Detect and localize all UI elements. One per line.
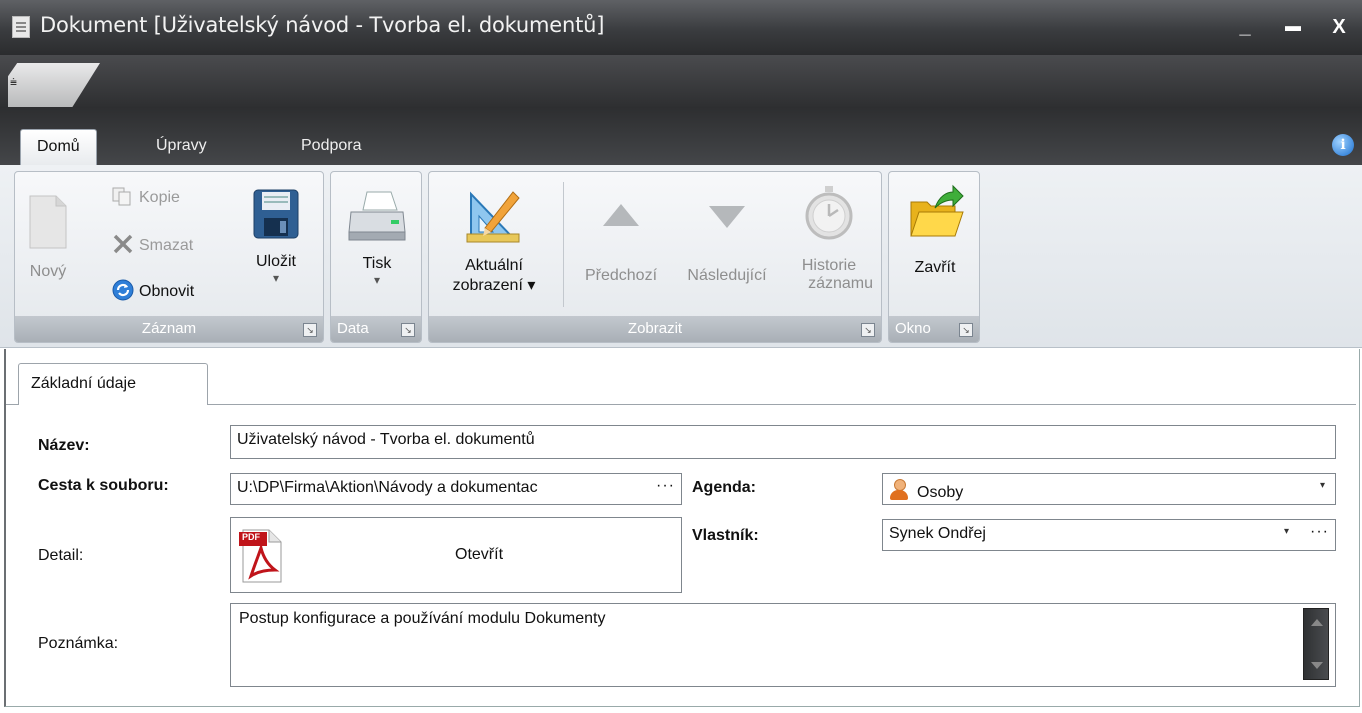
nazev-input[interactable]: Uživatelský návod - Tvorba el. dokumentů: [230, 425, 1336, 459]
copy-icon: [112, 187, 131, 206]
history-label-1: Historie: [801, 257, 857, 274]
delete-label: Smazat: [139, 237, 194, 254]
triangle-up-icon: [603, 204, 639, 226]
next-button[interactable]: Následující: [675, 192, 779, 285]
poznamka-textarea[interactable]: Postup konfigurace a používání modulu Do…: [230, 603, 1336, 687]
save-label: Uložit: [255, 253, 296, 270]
vlastnik-label: Vlastník:: [692, 527, 759, 544]
zobrazit-launcher-icon[interactable]: ↘: [861, 323, 875, 337]
delete-button[interactable]: Smazat: [111, 232, 193, 256]
agenda-dropdown-arrow[interactable]: ▾: [1320, 480, 1325, 491]
nazev-label: Název:: [38, 437, 90, 454]
data-launcher-icon[interactable]: ↘: [401, 323, 415, 337]
tab-podpora[interactable]: Podpora: [285, 129, 378, 165]
printer-icon: [348, 191, 406, 241]
group-data: Tisk ▾ Data ↘: [330, 171, 422, 343]
poznamka-label: Poznámka:: [38, 635, 119, 652]
cesta-input[interactable]: U:\DP\Firma\Aktion\Návody a dokumentac ·…: [230, 473, 682, 505]
save-dropdown-arrow[interactable]: ▾: [241, 271, 311, 285]
current-view-label-1: Aktuální: [465, 257, 523, 274]
refresh-button[interactable]: Obnovit: [111, 278, 194, 302]
info-icon[interactable]: i: [1332, 134, 1354, 156]
current-view-label-2: zobrazení ▾: [452, 277, 536, 294]
zaznam-launcher-icon[interactable]: ↘: [303, 323, 317, 337]
print-dropdown-arrow[interactable]: ▾: [339, 273, 415, 287]
poznamka-value: Postup konfigurace a používání modulu Do…: [239, 610, 606, 627]
current-view-button[interactable]: Aktuální zobrazení ▾: [433, 184, 555, 295]
copy-button[interactable]: Kopie: [111, 186, 180, 207]
previous-button[interactable]: Předchozí: [567, 192, 675, 285]
print-button[interactable]: Tisk ▾: [339, 188, 415, 287]
agenda-value: Osoby: [917, 484, 964, 501]
scroll-up-icon[interactable]: [1311, 619, 1323, 626]
close-button[interactable]: X: [1322, 10, 1356, 44]
poznamka-scrollbar[interactable]: [1303, 608, 1329, 680]
triangle-down-icon: [709, 206, 745, 228]
refresh-icon: [112, 279, 134, 301]
next-label: Následující: [687, 267, 767, 284]
vlastnik-dropdown-arrow[interactable]: ▾: [1284, 526, 1289, 537]
ruler-pencil-icon: [466, 191, 520, 243]
history-label-2: záznamu: [808, 275, 873, 292]
agenda-label: Agenda:: [692, 479, 756, 496]
vlastnik-value: Synek Ondřej: [889, 525, 986, 542]
refresh-label: Obnovit: [139, 283, 195, 300]
pdf-badge: PDF: [242, 532, 260, 542]
maximize-button[interactable]: ▬: [1276, 10, 1310, 44]
cesta-label: Cesta k souboru:: [38, 477, 169, 494]
window-title: Dokument [Uživatelský návod - Tvorba el.…: [40, 13, 605, 37]
quick-access-toolbar: ⩧: [0, 55, 1362, 107]
tab-upravy[interactable]: Úpravy: [140, 129, 223, 165]
nazev-value: Uživatelský návod - Tvorba el. dokumentů: [237, 431, 535, 448]
open-file-label: Otevřít: [455, 546, 504, 563]
close-window-label: Zavřít: [914, 259, 956, 276]
save-disk-icon: [253, 189, 299, 239]
group-okno: Zavřít Okno ↘: [888, 171, 980, 343]
cesta-browse-button[interactable]: ···: [656, 477, 675, 495]
folder-exit-icon: [910, 184, 964, 237]
cesta-value: U:\DP\Firma\Aktion\Návody a dokumentac: [237, 479, 538, 496]
copy-label: Kopie: [139, 189, 180, 206]
title-bar: Dokument [Uživatelský návod - Tvorba el.…: [0, 0, 1362, 55]
print-label: Tisk: [362, 255, 392, 272]
group-zaznam-label: Záznam: [15, 316, 323, 342]
delete-x-icon: [113, 234, 133, 254]
group-zobrazit-label: Zobrazit: [429, 316, 881, 342]
ribbon: Nový Kopie Smazat Obnovit Uložit ▾ Zázna…: [0, 165, 1362, 348]
quick-access-background: [8, 63, 100, 107]
new-label: Nový: [29, 263, 67, 280]
document-icon: [12, 16, 30, 38]
previous-label: Předchozí: [584, 267, 658, 284]
person-icon: [889, 479, 909, 501]
form-tab-line: [6, 404, 1356, 405]
new-document-icon: [29, 195, 67, 249]
agenda-select[interactable]: Osoby ▾: [882, 473, 1336, 505]
minimize-button[interactable]: _: [1228, 10, 1262, 44]
okno-launcher-icon[interactable]: ↘: [959, 323, 973, 337]
stopwatch-icon: [805, 186, 853, 240]
group-zobrazit: Aktuální zobrazení ▾ Předchozí Následují…: [428, 171, 882, 343]
open-file-button[interactable]: PDF Otevřít: [230, 517, 682, 593]
ribbon-tabs: Domů Úpravy Podpora i: [0, 107, 1362, 165]
new-button[interactable]: Nový: [23, 192, 73, 281]
vlastnik-browse-button[interactable]: ···: [1310, 523, 1329, 541]
ribbon-separator: [563, 182, 564, 307]
save-button[interactable]: Uložit ▾: [241, 186, 311, 285]
group-zaznam: Nový Kopie Smazat Obnovit Uložit ▾ Zázna…: [14, 171, 324, 343]
scroll-down-icon[interactable]: [1311, 662, 1323, 669]
history-button[interactable]: Historie záznamu: [785, 184, 873, 293]
close-window-button[interactable]: Zavřít: [895, 184, 975, 277]
detail-label: Detail:: [38, 547, 84, 564]
tab-domu[interactable]: Domů: [20, 129, 97, 165]
form-area: Základní údaje Název: Uživatelský návod …: [0, 349, 1362, 713]
tab-zakladni-udaje[interactable]: Základní údaje: [18, 363, 208, 405]
customize-qat-button[interactable]: ⩧: [10, 75, 17, 90]
vlastnik-select[interactable]: Synek Ondřej ▾ ···: [882, 519, 1336, 551]
